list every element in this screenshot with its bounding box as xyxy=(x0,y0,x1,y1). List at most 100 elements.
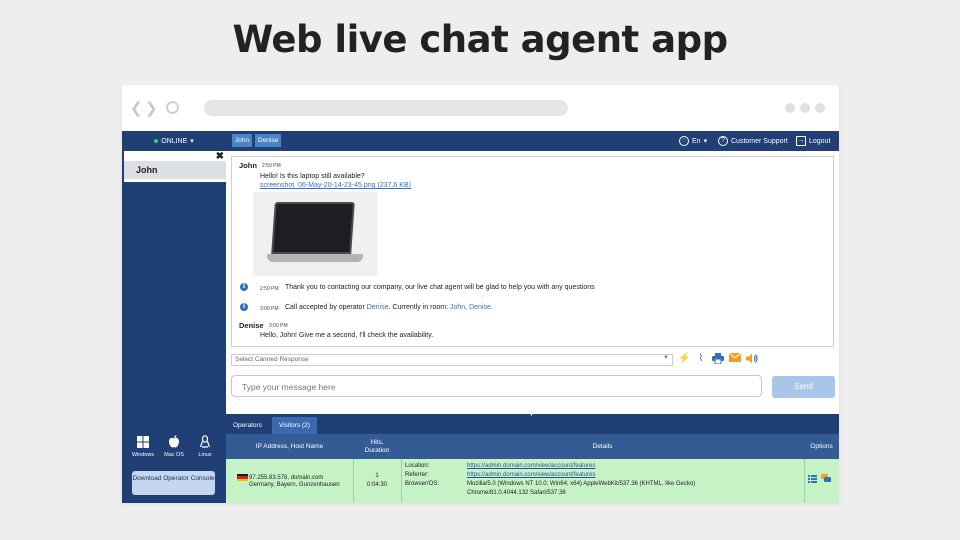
address-bar[interactable] xyxy=(204,100,568,116)
room-link-john[interactable]: John xyxy=(450,304,465,311)
room-tab-denise[interactable]: Denise xyxy=(255,134,282,147)
visitor-ip-host: 97.255.83.578, domain.com xyxy=(249,475,324,481)
back-arrow-icon[interactable]: ❮ xyxy=(130,99,143,117)
detail-label: Browser/OS: xyxy=(405,481,440,487)
message-input[interactable]: Type your message here xyxy=(231,375,762,397)
window-dot-icon[interactable] xyxy=(800,103,810,113)
list-icon[interactable] xyxy=(808,475,817,485)
referrer-url-link[interactable]: https://admin.domain.com/view/account/fe… xyxy=(467,472,595,478)
column-options: Options xyxy=(810,442,833,450)
column-hits: Hits, xyxy=(370,438,384,446)
apple-icon xyxy=(159,435,189,452)
email-icon[interactable] xyxy=(728,352,742,365)
germany-flag-icon xyxy=(237,474,248,481)
chevron-down-icon[interactable]: ▾ xyxy=(530,411,533,418)
sender-name: Denise xyxy=(239,321,264,330)
message-time: 2:59 PM xyxy=(262,163,281,169)
operator-link[interactable]: Denise xyxy=(367,304,389,311)
language-selector[interactable]: ◌ En ▾ xyxy=(679,136,707,146)
chevron-down-icon: ▼ xyxy=(663,355,669,361)
column-divider xyxy=(401,459,402,503)
status-selector[interactable]: ONLINE ▾ xyxy=(122,131,226,151)
window-dot-icon[interactable] xyxy=(815,103,825,113)
system-message: Thank you to contacting our company, our… xyxy=(285,284,595,291)
logout-icon: → xyxy=(796,136,806,146)
laptop-base xyxy=(267,254,363,262)
period: . xyxy=(490,304,493,311)
page-title: Web live chat agent app xyxy=(232,18,728,61)
os-label: Linux xyxy=(198,452,212,458)
message-text: Hello, John! Give me a second, I'll chec… xyxy=(260,332,434,339)
chat-app: ONLINE ▾ ✖ John Windows Mac OS Linux Dow… xyxy=(122,131,839,503)
os-label: Windows xyxy=(131,452,155,458)
info-icon: i xyxy=(240,283,248,291)
globe-icon: ◌ xyxy=(679,136,689,146)
os-windows[interactable]: Windows xyxy=(128,435,158,458)
os-macos[interactable]: Mac OS xyxy=(159,435,189,458)
sound-icon[interactable] xyxy=(746,353,758,365)
browser-toolbar: ❮ ❯ xyxy=(122,85,839,131)
translate-icon[interactable]: ⚡ xyxy=(678,353,690,365)
chevron-down-icon: ▾ xyxy=(190,138,194,145)
browser-window: ❮ ❯ ONLINE ▾ ✖ John Windows Mac OS Linux… xyxy=(122,85,839,503)
chat-list: ✖ John xyxy=(124,151,226,182)
system-text: Call accepted by operator xyxy=(285,304,367,311)
logout-link[interactable]: → Logout xyxy=(796,136,830,146)
room-tab-john[interactable]: John xyxy=(232,134,253,147)
column-divider xyxy=(353,459,354,503)
system-message: Call accepted by operator Denise. Curren… xyxy=(285,304,493,311)
language-label: En xyxy=(692,137,701,145)
os-linux[interactable]: Linux xyxy=(190,435,220,458)
canned-response-select[interactable]: Select Canned Response ▼ xyxy=(231,354,673,366)
attachment-image[interactable] xyxy=(253,192,377,276)
sender-name: John xyxy=(239,161,257,170)
detail-label: Location: xyxy=(405,463,430,469)
windows-icon xyxy=(128,435,158,452)
chat-bubble-icon[interactable] xyxy=(821,474,831,485)
send-button[interactable]: Send xyxy=(772,376,835,398)
online-dot-icon xyxy=(154,139,159,143)
customer-support-link[interactable]: ? Customer Support xyxy=(718,136,788,146)
table-row[interactable]: 97.255.83.578, domain.com Germany, Bayer… xyxy=(226,459,839,503)
chat-item-john[interactable]: John xyxy=(124,161,226,179)
message-list: John 2:59 PM Hello! Is this laptop still… xyxy=(231,156,834,347)
browser-string: Mozilla/5.0 (Windows NT 10.0; Win64; x64… xyxy=(467,481,696,487)
tab-visitors[interactable]: Visitors (2) xyxy=(272,417,317,434)
system-text: . Currently in room: xyxy=(388,304,450,311)
column-ip-host: IP Address, Host Name xyxy=(255,442,324,450)
attachment-link[interactable]: screenshot_06-May-20-14-23-45.png (237.6… xyxy=(260,182,411,189)
laptop-image xyxy=(271,202,355,254)
tab-operators[interactable]: Operators xyxy=(226,417,269,434)
flag-stripe xyxy=(237,478,248,481)
location-url-link[interactable]: https://admin.domain.com/view/account/fe… xyxy=(467,463,595,469)
chat-panel: John 2:59 PM Hello! Is this laptop still… xyxy=(226,151,839,414)
os-label: Mac OS xyxy=(164,452,184,458)
visitors-table-header: IP Address, Host Name Hits, Duration Det… xyxy=(226,434,839,459)
browser-string: Chrome/81.0.4044.132 Safari/537.36 xyxy=(467,490,566,496)
column-duration: Duration xyxy=(364,446,390,454)
printer-icon[interactable] xyxy=(712,353,724,365)
column-details: Details xyxy=(592,442,613,450)
visitor-hits: 1 xyxy=(375,473,379,479)
detail-label: Referrer: xyxy=(405,472,429,478)
room-link-denise[interactable]: Denise xyxy=(469,304,491,311)
window-dot-icon[interactable] xyxy=(785,103,795,113)
message-time: 3:00 PM xyxy=(260,306,279,312)
visitor-location: Germany, Bayern, Gunzenhausen xyxy=(249,482,340,488)
chevron-down-icon: ▾ xyxy=(703,138,708,145)
sidebar: ONLINE ▾ ✖ John Windows Mac OS Linux Dow… xyxy=(122,131,226,503)
message-time: 3:00 PM xyxy=(269,323,288,329)
customer-support-label: Customer Support xyxy=(731,137,788,145)
visitor-duration: 0:04:30 xyxy=(366,482,388,488)
canned-response-label: Select Canned Response xyxy=(235,356,309,363)
forward-arrow-icon[interactable]: ❯ xyxy=(145,99,158,117)
composer-tools: ⚡ ⌇ xyxy=(678,352,758,365)
info-icon: i xyxy=(240,303,248,311)
top-bar: John Denise ◌ En ▾ ? Customer Support → … xyxy=(226,131,839,151)
message-text: Hello! Is this laptop still available? xyxy=(260,173,365,180)
visitors-panel: ▾ Operators Visitors (2) IP Address, Hos… xyxy=(226,411,839,503)
download-console-button[interactable]: Download Operator Console xyxy=(132,471,215,495)
column-hits-duration: Hits, Duration xyxy=(353,434,401,459)
reload-icon[interactable] xyxy=(166,101,179,114)
paperclip-icon[interactable]: ⌇ xyxy=(695,353,707,365)
